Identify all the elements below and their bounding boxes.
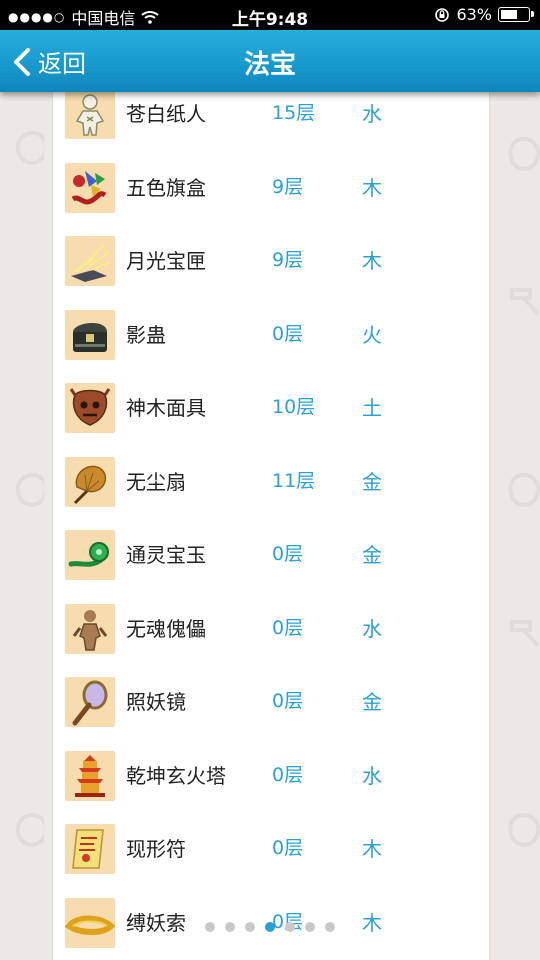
item-element: 木 — [362, 175, 382, 200]
puppet-icon — [65, 603, 115, 654]
bean-deco-icon — [508, 813, 540, 847]
moonlight-box-icon — [65, 236, 115, 286]
item-name: 缚妖索 — [126, 910, 186, 935]
item-level: 0层 — [272, 322, 304, 345]
page-dot[interactable] — [265, 922, 275, 932]
item-level: 10层 — [272, 396, 316, 418]
bean-deco-icon — [508, 137, 540, 171]
item-level: 11层 — [272, 469, 316, 492]
item-element: 水 — [362, 102, 382, 126]
item-element: 火 — [362, 322, 382, 347]
shadow-chest-icon — [65, 309, 115, 360]
battery-percent: 63% — [456, 5, 492, 24]
item-element: 金 — [362, 469, 382, 494]
item-name: 乾坤玄火塔 — [126, 763, 226, 788]
nav-bar: 返回 法宝 — [0, 30, 540, 92]
page-dot[interactable] — [305, 922, 315, 932]
paper-doll-icon — [65, 92, 115, 139]
item-name: 通灵宝玉 — [126, 543, 206, 567]
page-dot[interactable] — [205, 922, 215, 932]
list-item[interactable]: 影蛊 0层 火 — [53, 302, 489, 375]
talisman-scroll-icon — [65, 824, 115, 874]
wood-mask-icon — [65, 383, 115, 433]
status-bar: ●●●●○ 中国电信 上午9:48 63% — [0, 0, 540, 30]
item-level: 0层 — [272, 543, 304, 565]
list-item[interactable]: 苍白纸人 15层 水 — [53, 92, 489, 154]
bean-deco-icon — [15, 473, 44, 507]
item-name: 五色旗盒 — [126, 175, 206, 200]
battery-level-fill — [501, 10, 518, 19]
item-level: 0层 — [272, 763, 304, 786]
page-dot[interactable] — [325, 922, 335, 932]
treasure-list[interactable]: 苍白纸人 15层水五色旗盒 9层木月光宝匣 9层木影蛊 0层火神木面具 10层土无尘扇 11… — [52, 92, 490, 960]
item-name: 无尘扇 — [126, 469, 186, 494]
item-level: 9层 — [272, 175, 304, 198]
item-level: 0层 — [272, 690, 304, 712]
item-level: 15层 — [272, 102, 316, 124]
item-element: 木 — [362, 910, 382, 935]
list-item[interactable]: 照妖镜 0层 金 — [53, 669, 489, 742]
item-element: 金 — [362, 690, 382, 714]
list-item[interactable]: 无魂傀儡 0层 水 — [53, 596, 489, 669]
mirror-icon — [65, 677, 115, 727]
page-dot[interactable] — [225, 922, 235, 932]
list-item[interactable]: 月光宝匣 9层 木 — [53, 228, 489, 301]
item-element: 木 — [362, 837, 382, 861]
rotation-lock-icon — [435, 7, 450, 22]
battery-icon — [498, 7, 534, 22]
list-item[interactable]: 神木面具 10层 土 — [53, 375, 489, 448]
list-item[interactable]: 乾坤玄火塔 0层 水 — [53, 743, 489, 816]
item-level: 0层 — [272, 616, 304, 639]
jade-icon — [65, 530, 115, 580]
item-name: 现形符 — [126, 837, 186, 861]
bean-deco-icon — [508, 473, 540, 507]
flag-box-icon — [65, 162, 115, 213]
item-element: 土 — [362, 396, 382, 420]
page-indicator[interactable] — [205, 922, 335, 932]
page-title: 法宝 — [243, 50, 296, 80]
item-element: 水 — [362, 763, 382, 788]
page-dot[interactable] — [285, 922, 295, 932]
status-right: 63% — [434, 5, 534, 24]
hammer-deco-icon — [510, 620, 540, 648]
page-dot[interactable] — [245, 922, 255, 932]
item-level: 0层 — [272, 837, 304, 859]
list-item[interactable]: 五色旗盒 9层 木 — [53, 155, 489, 228]
item-name: 照妖镜 — [126, 690, 186, 714]
item-name: 月光宝匣 — [126, 249, 206, 273]
fan-icon — [65, 456, 115, 507]
item-name: 苍白纸人 — [126, 102, 206, 126]
bean-deco-icon — [15, 131, 44, 165]
item-name: 影蛊 — [126, 322, 166, 347]
item-level: 9层 — [272, 249, 304, 271]
list-item[interactable]: 无尘扇 11层 金 — [53, 449, 489, 522]
list-item[interactable]: 现形符 0层 木 — [53, 816, 489, 889]
item-name: 神木面具 — [126, 396, 206, 420]
item-element: 木 — [362, 249, 382, 273]
fire-pagoda-icon — [65, 750, 115, 801]
item-name: 无魂傀儡 — [126, 616, 206, 641]
item-element: 金 — [362, 543, 382, 567]
bean-deco-icon — [15, 813, 44, 847]
rope-icon — [65, 897, 115, 948]
hammer-deco-icon — [510, 288, 540, 316]
item-element: 水 — [362, 616, 382, 641]
list-item[interactable]: 通灵宝玉 0层 金 — [53, 522, 489, 595]
